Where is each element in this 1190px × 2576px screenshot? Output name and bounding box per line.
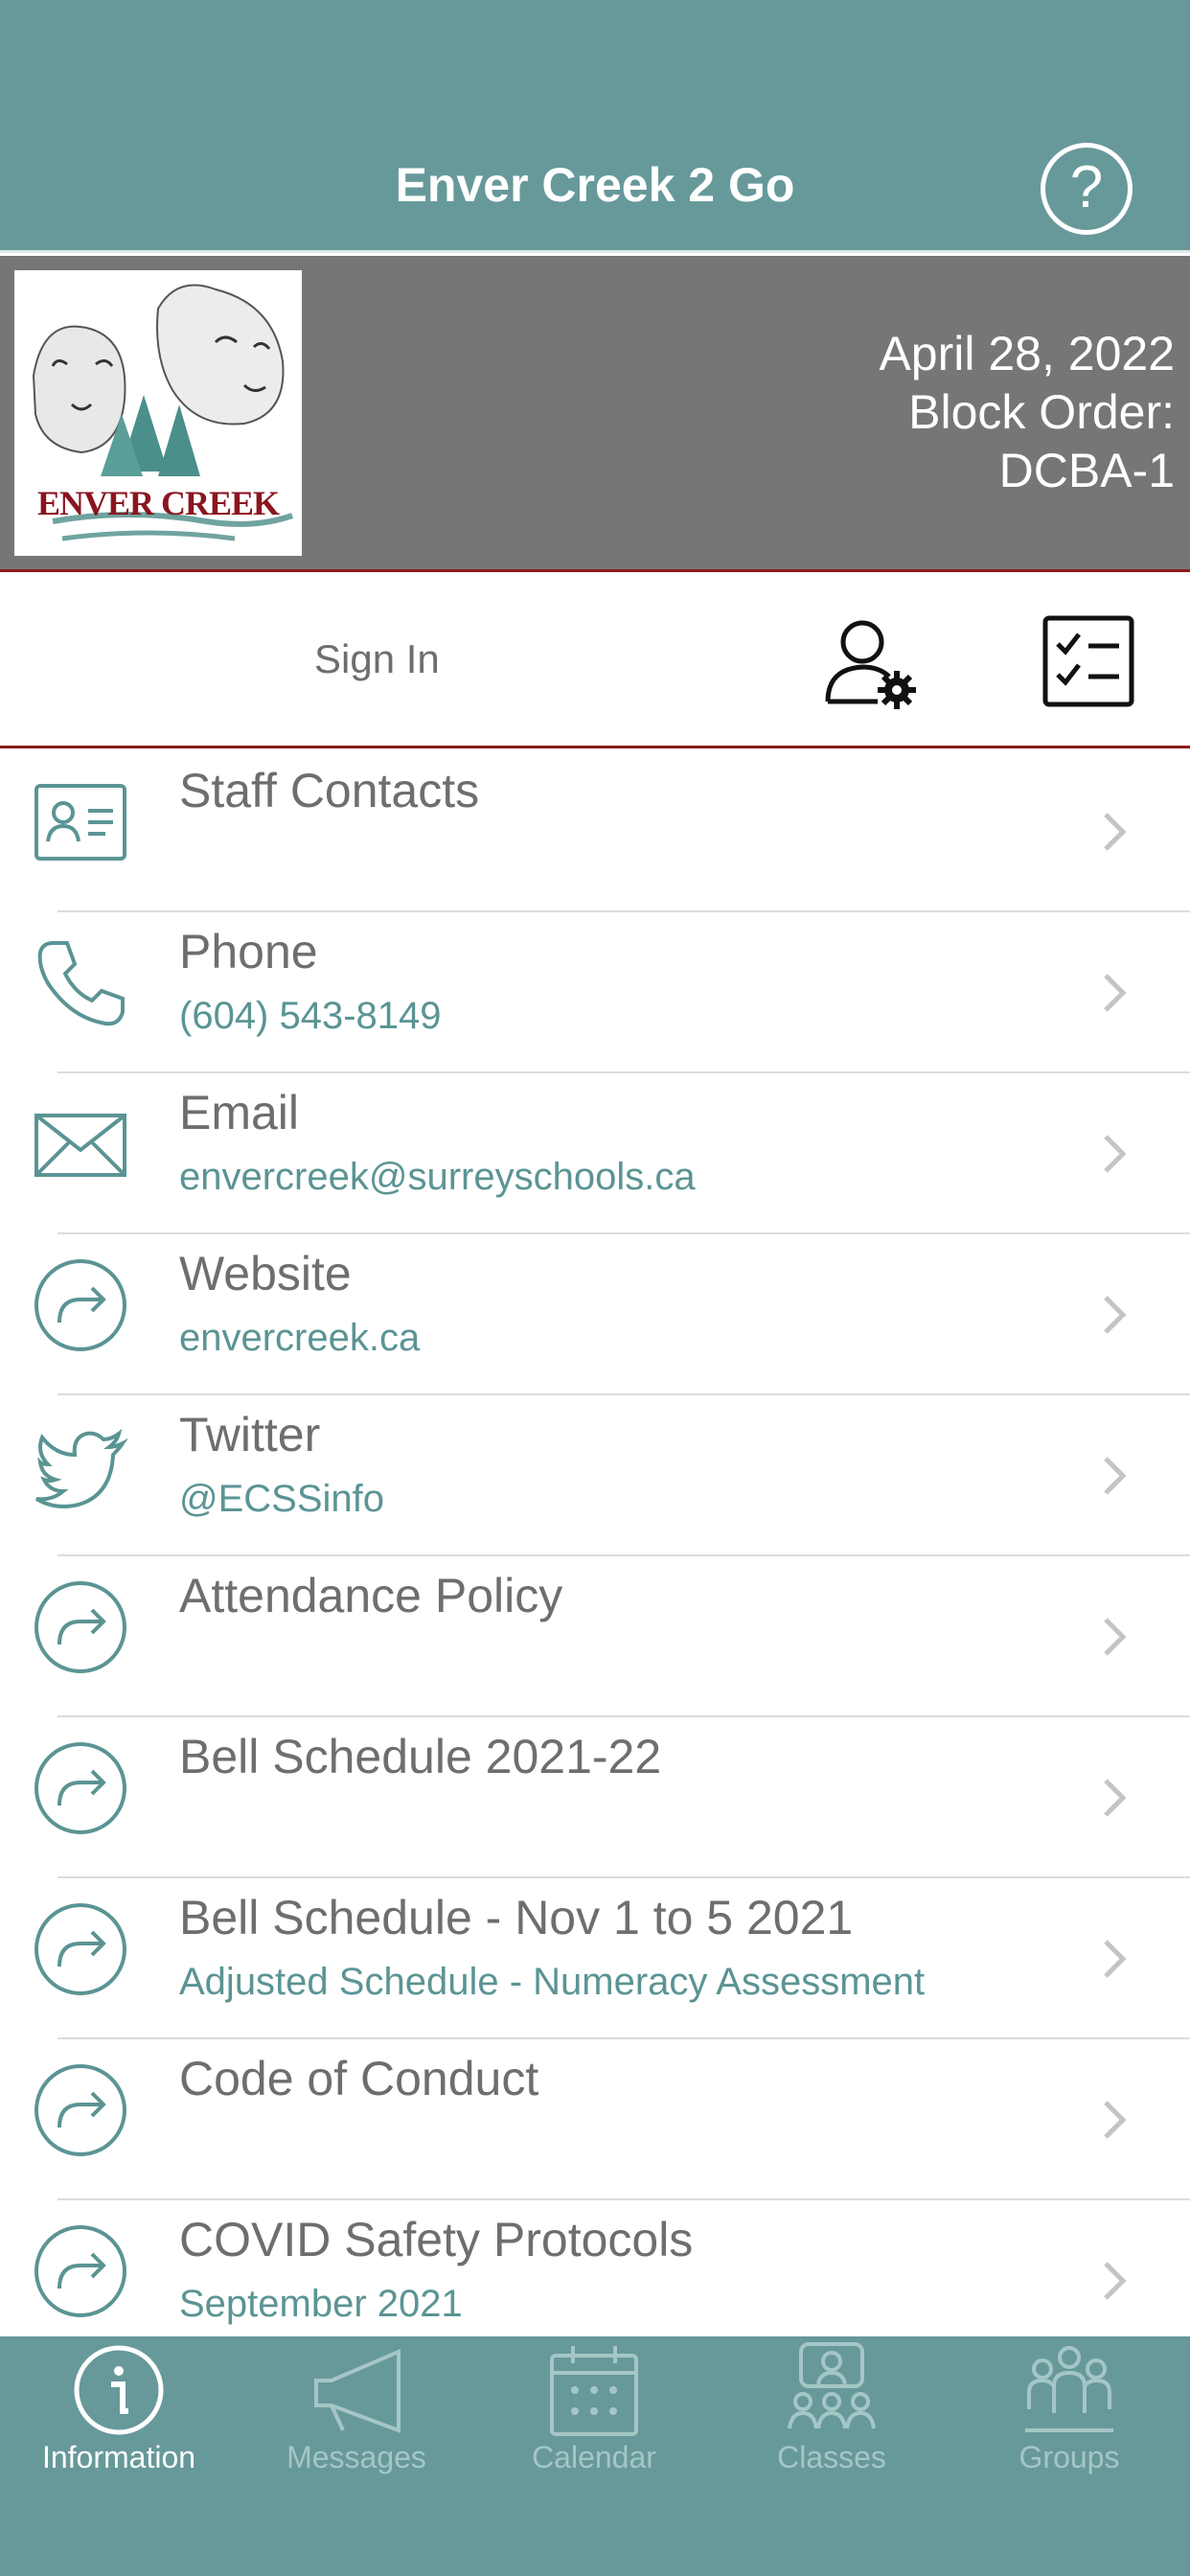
tab-label: Information	[41, 2440, 196, 2474]
list-item-phone[interactable]: Phone (604) 543-8149	[0, 912, 1190, 1073]
list-item-attendance-policy[interactable]: Attendance Policy	[0, 1556, 1190, 1717]
chevron-right-icon	[1104, 1296, 1127, 1334]
phone-icon	[37, 941, 125, 1026]
link-arrow-icon	[34, 1259, 126, 1351]
user-settings-icon[interactable]	[822, 613, 918, 709]
tab-label: Groups	[1018, 2440, 1120, 2474]
tab-label: Messages	[286, 2440, 426, 2474]
list-item-staff-contacts[interactable]: Staff Contacts	[0, 751, 1190, 912]
list-item-label: COVID Safety Protocols	[179, 2213, 694, 2266]
app-title: Enver Creek 2 Go	[395, 158, 795, 212]
list-item-label: Staff Contacts	[179, 764, 480, 817]
tab-information[interactable]: Information	[0, 2336, 238, 2576]
list-item-bell-schedule[interactable]: Bell Schedule 2021-22	[0, 1717, 1190, 1878]
group-icon	[1025, 2346, 1113, 2432]
chevron-right-icon	[1104, 2101, 1127, 2139]
contact-card-icon	[34, 784, 126, 861]
tab-groups[interactable]: Groups	[950, 2336, 1188, 2576]
twitter-bird-icon	[34, 1429, 128, 1508]
day-info: April 28, 2022 Block Order: DCBA-1	[879, 325, 1175, 500]
classroom-icon	[788, 2342, 876, 2429]
help-button[interactable]: ?	[1041, 143, 1133, 235]
school-logo: ENVER CREEK	[14, 270, 302, 556]
list-item-twitter[interactable]: Twitter @ECSSinfo	[0, 1395, 1190, 1556]
sign-in-button[interactable]: Sign In	[314, 636, 440, 682]
list-item-subtitle: Adjusted Schedule - Numeracy Assessment	[179, 1961, 926, 2003]
list-item-bell-schedule-nov[interactable]: Bell Schedule - Nov 1 to 5 2021 Adjusted…	[0, 1878, 1190, 2039]
list-item-email[interactable]: Email envercreek@surreyschools.ca	[0, 1073, 1190, 1234]
list-item-subtitle: envercreek.ca	[179, 1317, 421, 1359]
megaphone-icon	[314, 2348, 400, 2433]
app-header: Enver Creek 2 Go ?	[0, 0, 1190, 253]
block-order-label: Block Order:	[908, 385, 1175, 439]
link-arrow-icon	[34, 2225, 126, 2317]
list-item-label: Twitter	[179, 1408, 321, 1461]
tab-messages[interactable]: Messages	[238, 2336, 475, 2576]
block-order-value: DCBA-1	[998, 444, 1175, 497]
tab-label: Calendar	[532, 2440, 656, 2474]
chevron-right-icon	[1104, 2262, 1127, 2300]
list-item-label: Email	[179, 1086, 300, 1139]
chevron-right-icon	[1104, 1457, 1127, 1495]
link-arrow-icon	[34, 1581, 126, 1673]
tab-bar: Information Messages Calendar Classes Gr…	[0, 2336, 1190, 2576]
list-item-subtitle: September 2021	[179, 2283, 463, 2325]
information-list: Staff Contacts Phone (604) 543-8149 Emai…	[0, 751, 1190, 2336]
list-item-website[interactable]: Website envercreek.ca	[0, 1234, 1190, 1395]
list-item-label: Attendance Policy	[179, 1569, 563, 1622]
list-item-subtitle: (604) 543-8149	[179, 995, 442, 1037]
tab-classes[interactable]: Classes	[713, 2336, 950, 2576]
list-item-code-of-conduct[interactable]: Code of Conduct	[0, 2039, 1190, 2200]
chevron-right-icon	[1104, 1618, 1127, 1656]
tab-label: Classes	[777, 2440, 886, 2474]
chevron-right-icon	[1104, 1135, 1127, 1173]
list-item-covid-safety[interactable]: COVID Safety Protocols September 2021	[0, 2200, 1190, 2336]
tab-calendar[interactable]: Calendar	[475, 2336, 713, 2576]
list-item-label: Bell Schedule - Nov 1 to 5 2021	[179, 1891, 854, 1944]
chevron-right-icon	[1104, 1779, 1127, 1817]
calendar-icon	[550, 2346, 638, 2436]
link-arrow-icon	[34, 1742, 126, 1834]
logo-text: ENVER CREEK	[36, 484, 280, 522]
school-banner: ENVER CREEK April 28, 2022 Block Order: …	[0, 256, 1190, 572]
list-item-subtitle: @ECSSinfo	[179, 1478, 385, 1520]
list-item-subtitle: envercreek@surreyschools.ca	[179, 1156, 696, 1198]
link-arrow-icon	[34, 1903, 126, 1995]
list-item-label: Website	[179, 1247, 352, 1300]
account-row: Sign In	[0, 575, 1190, 748]
question-circle-icon: ?	[1069, 154, 1104, 220]
current-date: April 28, 2022	[879, 327, 1175, 380]
envelope-icon	[34, 1114, 126, 1177]
link-arrow-icon	[34, 2064, 126, 2156]
chevron-right-icon	[1104, 813, 1127, 851]
info-circle-icon	[74, 2345, 164, 2435]
checklist-icon[interactable]	[1042, 615, 1134, 707]
chevron-right-icon	[1104, 974, 1127, 1012]
list-item-label: Bell Schedule 2021-22	[179, 1730, 662, 1783]
list-item-label: Code of Conduct	[179, 2052, 539, 2105]
list-item-label: Phone	[179, 925, 318, 978]
chevron-right-icon	[1104, 1940, 1127, 1978]
